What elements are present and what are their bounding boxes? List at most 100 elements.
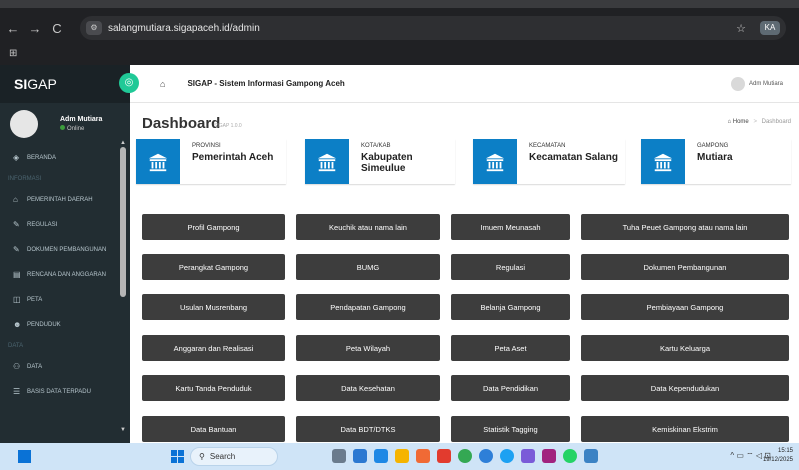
sidebar-item-label: BASIS DATA TERPADU <box>27 388 91 395</box>
breadcrumb-separator: > <box>753 119 757 125</box>
profil-gampong-button[interactable]: Profil Gampong <box>142 214 285 240</box>
sidebar-item-icon: ◈ <box>13 153 20 162</box>
sidebar-item-icon: ☻ <box>13 320 22 329</box>
browser-chrome: ← → C ⚙ salangmutiara.sigapaceh.id/admin… <box>0 0 799 65</box>
data-kependudukan-button[interactable]: Data Kependudukan <box>581 375 789 401</box>
app2-icon[interactable] <box>500 449 514 463</box>
app4-icon[interactable] <box>542 449 556 463</box>
page-subtitle: SIGAP 1.0.0 <box>214 123 242 129</box>
profile-avatar[interactable]: KA <box>760 21 780 35</box>
scroll-up-icon[interactable]: ▲ <box>120 140 126 146</box>
dokumen-pembangunan-button[interactable]: Dokumen Pembangunan <box>581 254 789 280</box>
info-box-label: GAMPONG <box>697 143 729 149</box>
sidebar-item-icon: ▤ <box>13 270 21 279</box>
app-icon[interactable] <box>437 449 451 463</box>
breadcrumb-home[interactable]: Home <box>733 119 749 125</box>
sidebar-item-icon: ✎ <box>13 220 20 229</box>
forward-icon[interactable]: → <box>26 21 44 36</box>
keuchik-atau-nama-lain-button[interactable]: Keuchik atau nama lain <box>296 214 440 240</box>
sidebar-item-label: PETA <box>27 296 43 303</box>
scroll-down-icon[interactable]: ▼ <box>120 427 126 433</box>
bumg-button[interactable]: BUMG <box>296 254 440 280</box>
home-icon[interactable]: ⌂ <box>160 79 165 89</box>
sidebar-scrollbar[interactable] <box>120 147 126 297</box>
chat-icon[interactable] <box>353 449 367 463</box>
whatsapp-icon[interactable] <box>563 449 577 463</box>
perangkat-gampong-button[interactable]: Perangkat Gampong <box>142 254 285 280</box>
regulasi-button[interactable]: Regulasi <box>451 254 570 280</box>
user-menu[interactable]: Adm Mutiara <box>749 81 783 87</box>
kartu-keluarga-button[interactable]: Kartu Keluarga <box>581 335 789 361</box>
app3-icon[interactable] <box>521 449 535 463</box>
info-box: GAMPONG Mutiara <box>641 139 791 184</box>
office-icon[interactable] <box>416 449 430 463</box>
kartu-tanda-penduduk-button[interactable]: Kartu Tanda Penduduk <box>142 375 285 401</box>
url-text[interactable]: salangmutiara.sigapaceh.id/admin <box>108 23 260 34</box>
info-box: KECAMATAN Kecamatan Salang <box>473 139 625 184</box>
sidebar-item-data[interactable]: ⚇ DATA <box>0 354 130 379</box>
imuem-meunasah-button[interactable]: Imuem Meunasah <box>451 214 570 240</box>
data-pendidikan-button[interactable]: Data Pendidikan <box>451 375 570 401</box>
user-avatar-small[interactable] <box>731 76 745 91</box>
data-bdt-dtks-button[interactable]: Data BDT/DTKS <box>296 416 440 442</box>
data-kesehatan-button[interactable]: Data Kesehatan <box>296 375 440 401</box>
info-box-label: KECAMATAN <box>529 143 566 149</box>
sidebar-item-label: PEMERINTAH DAERAH <box>27 196 93 203</box>
peta-wilayah-button[interactable]: Peta Wilayah <box>296 335 440 361</box>
sidebar-item-label: RENCANA DAN ANGGARAN <box>27 271 107 278</box>
user-status: Online <box>60 125 102 132</box>
browser-icon[interactable] <box>479 449 493 463</box>
pendapatan-gampong-button[interactable]: Pendapatan Gampong <box>296 294 440 320</box>
sidebar-item-label: REGULASI <box>27 221 58 228</box>
sidebar-item-icon: ☰ <box>13 387 21 396</box>
tuha-peuet-gampong-atau-nama-lain-button[interactable]: Tuha Peuet Gampong atau nama lain <box>581 214 789 240</box>
back-icon[interactable]: ← <box>4 21 22 36</box>
user-name: Adm Mutiara <box>60 116 103 123</box>
sidebar-item-peta[interactable]: ◫ PETA <box>0 287 130 312</box>
sidebar-item-icon: ◫ <box>13 295 21 304</box>
statistik-tagging-button[interactable]: Statistik Tagging <box>451 416 570 442</box>
user-panel: Adm Mutiara Online <box>0 103 130 145</box>
logo-bold: SI <box>14 76 28 92</box>
usulan-musrenbang-button[interactable]: Usulan Musrenbang <box>142 294 285 320</box>
widgets-icon[interactable] <box>18 450 31 463</box>
sidebar-item-penduduk[interactable]: ☻ PENDUDUK <box>0 312 130 337</box>
chrome-icon[interactable] <box>458 449 472 463</box>
kemiskinan-ekstrim-button[interactable]: Kemiskinan Ekstrim <box>581 416 789 442</box>
bookmark-star-icon[interactable]: ☆ <box>736 22 746 35</box>
taskbar-search[interactable]: ⚲ Search <box>190 447 278 466</box>
institution-icon <box>641 139 685 184</box>
app5-icon[interactable] <box>584 449 598 463</box>
taskview-icon[interactable] <box>332 449 346 463</box>
apps-grid-icon[interactable]: ⊞ <box>9 48 17 59</box>
info-box-value: Kabupaten Simeulue <box>361 152 413 174</box>
sidebar-item-dokumen-pembangunan[interactable]: ✎ DOKUMEN PEMBANGUNAN <box>0 237 130 262</box>
file-explorer-icon[interactable] <box>395 449 409 463</box>
info-box-value: Mutiara <box>697 152 733 163</box>
breadcrumb-home-icon[interactable]: ⌂ <box>727 119 731 125</box>
anggaran-dan-realisasi-button[interactable]: Anggaran dan Realisasi <box>142 335 285 361</box>
data-bantuan-button[interactable]: Data Bantuan <box>142 416 285 442</box>
clock[interactable]: 15:15 19/12/2025 <box>763 447 793 465</box>
sidebar-section-header: INFORMASI <box>8 175 42 182</box>
info-box: PROVINSI Pemerintah Aceh <box>136 139 286 184</box>
sidebar-toggle-button[interactable]: ◎ <box>119 73 139 93</box>
info-box-value: Kecamatan Salang <box>529 152 618 163</box>
online-dot-icon <box>60 125 65 130</box>
sidebar-item-pemerintah-daerah[interactable]: ⌂ PEMERINTAH DAERAH <box>0 187 130 212</box>
sidebar-item-basis-data-terpadu[interactable]: ☰ BASIS DATA TERPADU <box>0 379 130 404</box>
address-bar[interactable]: ⚙ salangmutiara.sigapaceh.id/admin ☆ KA <box>80 16 786 40</box>
sidebar-item-rencana-dan-anggaran[interactable]: ▤ RENCANA DAN ANGGARAN <box>0 262 130 287</box>
site-info-icon[interactable]: ⚙ <box>86 21 102 35</box>
info-box-label: KOTA/KAB <box>361 143 391 149</box>
start-icon[interactable] <box>171 450 184 463</box>
belanja-gampong-button[interactable]: Belanja Gampong <box>451 294 570 320</box>
edge-icon[interactable] <box>374 449 388 463</box>
sidebar-item-beranda[interactable]: ◈ BERANDA <box>0 145 130 170</box>
reload-icon[interactable]: C <box>48 21 66 36</box>
peta-aset-button[interactable]: Peta Aset <box>451 335 570 361</box>
info-box-value: Pemerintah Aceh <box>192 152 274 163</box>
sidebar-item-regulasi[interactable]: ✎ REGULASI <box>0 212 130 237</box>
app-logo[interactable]: SI GAP <box>0 65 130 103</box>
pembiayaan-gampong-button[interactable]: Pembiayaan Gampong <box>581 294 789 320</box>
